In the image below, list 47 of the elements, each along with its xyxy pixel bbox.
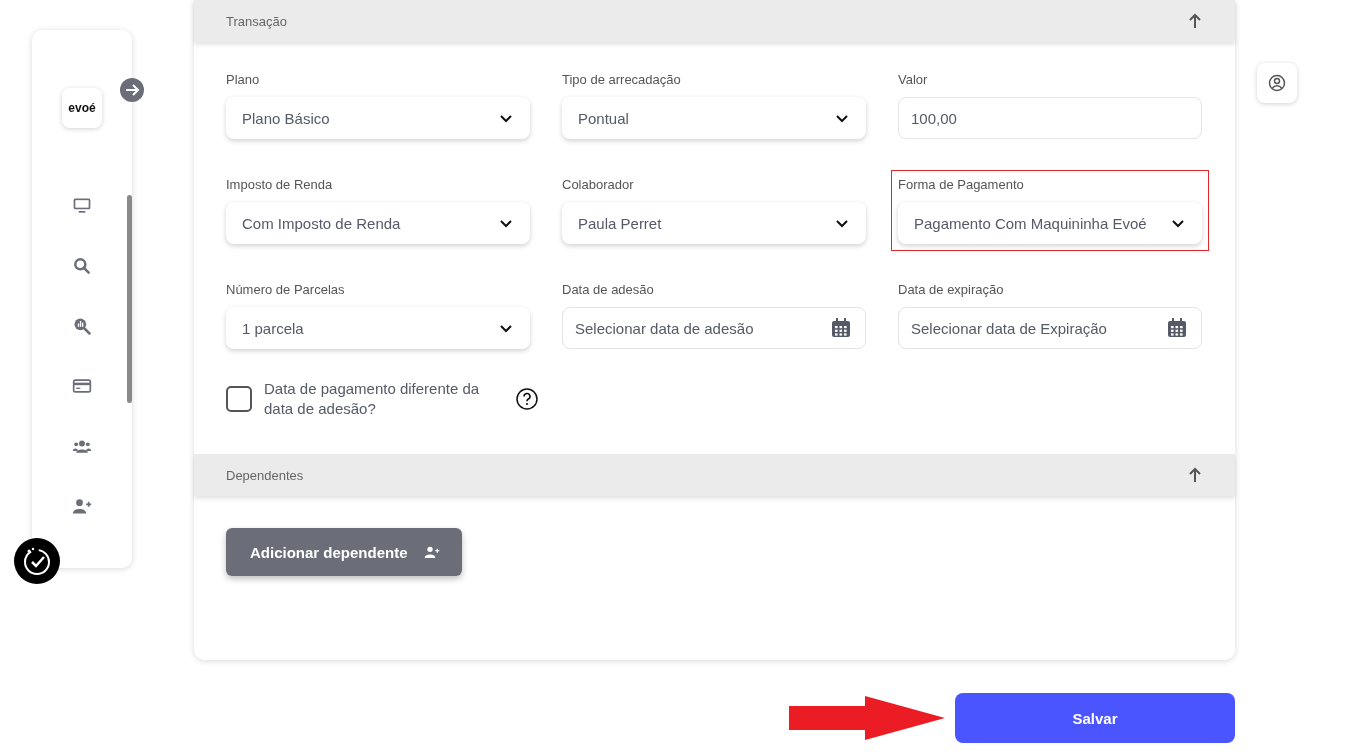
user-circle-icon [1268,74,1286,92]
add-user-icon [72,496,92,516]
nav-button[interactable] [72,376,92,396]
dropdown[interactable]: Com Imposto de Renda [226,202,530,244]
arrow-right-icon [124,82,140,98]
save-button[interactable]: Salvar [955,693,1235,743]
dropdown[interactable]: Plano Básico [226,97,530,139]
section-header[interactable]: Dependentes [194,454,1235,496]
field-label: Data de expiração [898,282,1005,297]
checkbox-label: Data de pagamento diferente da data de adesão? [264,379,481,418]
field-label: Plano [226,72,261,87]
check-badge-button[interactable] [14,538,60,584]
help-icon[interactable] [516,387,538,410]
credit-card-icon [72,376,92,396]
monitor-icon [72,196,92,216]
input-field[interactable]: 100,00 [898,97,1202,139]
field-label: Data de adesão [562,282,655,297]
nav-button[interactable] [72,496,92,516]
chart-search-icon [72,316,92,336]
arrow-up-icon [1187,467,1203,483]
logo[interactable]: evoé [62,88,102,128]
profile-button[interactable] [1257,63,1297,103]
nav-button[interactable] [72,256,92,276]
nav-button[interactable] [72,196,92,216]
date-field[interactable]: Selecionar data de Expiração [898,307,1202,349]
scrollbar[interactable] [127,195,132,403]
dropdown[interactable]: Paula Perret [562,202,866,244]
arrow-up-icon [1187,13,1203,29]
field-label: Número de Parcelas [226,282,346,297]
calendar-icon [830,317,852,339]
search-icon [72,256,92,276]
date-field[interactable]: Selecionar data de adesão [562,307,866,349]
field-label: Imposto de Renda [226,177,334,192]
add-dependent-button[interactable]: Adicionar dependente [226,528,462,576]
checkbox[interactable] [226,385,252,412]
field-label: Colaborador [562,177,635,192]
field-label: Tipo de arrecadação [562,72,682,87]
field-label: Forma de Pagamento [898,177,1025,192]
dropdown[interactable]: 1 parcela [226,307,530,349]
add-user-icon [423,544,440,560]
section-header[interactable]: Transação [194,0,1235,42]
calendar-icon [1166,317,1188,339]
dropdown[interactable]: Pagamento Com Maquininha Evoé [898,202,1202,244]
dropdown[interactable]: Pontual [562,97,866,139]
expand-button[interactable] [120,78,144,102]
nav-button[interactable] [72,316,92,336]
field-label: Valor [898,72,929,87]
